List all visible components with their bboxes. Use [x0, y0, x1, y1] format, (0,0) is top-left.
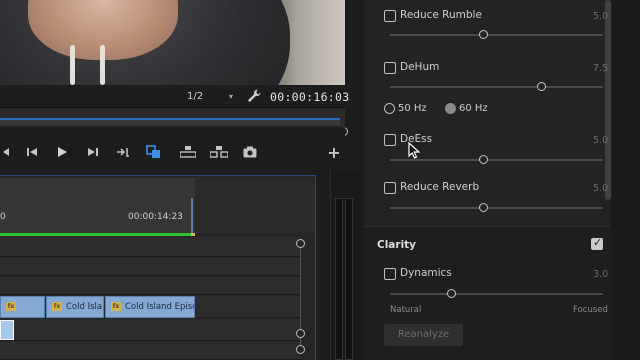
track-row[interactable]	[0, 258, 300, 276]
timeline-scroll-handle-mid[interactable]	[296, 329, 305, 338]
play-icon[interactable]	[55, 143, 69, 161]
ruler-timecode: 00:00:14:23	[128, 212, 183, 222]
track-row[interactable]	[0, 319, 300, 341]
dynamics-scale-right: Focused	[573, 305, 608, 315]
dehum-label: DeHum	[400, 61, 440, 73]
resolution-value: 1/2	[187, 91, 204, 102]
timeline-clip[interactable]: fx Cold Island Episod	[105, 296, 195, 318]
timeline-ruler[interactable]	[0, 178, 195, 233]
radio-50hz[interactable]	[384, 103, 395, 114]
step-back-icon[interactable]	[25, 143, 39, 161]
dehum-slider-knob[interactable]	[536, 82, 546, 91]
clip-label: Cold Island Episod	[125, 302, 195, 312]
audio-meter-channel	[335, 198, 343, 360]
fx-badge-icon: fx	[6, 302, 16, 311]
reduce-reverb-slider-track[interactable]	[390, 207, 603, 209]
dynamics-value: 3.0	[593, 269, 609, 280]
playhead-timecode[interactable]: 00:00:16:03	[270, 90, 349, 104]
reduce-reverb-checkbox[interactable]	[384, 182, 396, 194]
selected-clip[interactable]	[0, 320, 14, 340]
reduce-rumble-value: 5.0	[593, 11, 609, 22]
dynamics-label: Dynamics	[400, 267, 452, 279]
timeline-scroll-handle-bottom[interactable]	[296, 345, 305, 354]
radio-60hz-label: 60 Hz	[459, 103, 488, 114]
panel-gutter	[612, 0, 640, 360]
dynamics-checkbox[interactable]	[384, 268, 396, 280]
timeline-scroll-handle-top[interactable]	[296, 239, 305, 248]
go-to-out-icon[interactable]	[115, 143, 131, 161]
chevron-down-icon: ▾	[228, 92, 233, 101]
reduce-rumble-label: Reduce Rumble	[400, 9, 482, 21]
timeline-clip[interactable]: fx	[0, 296, 45, 318]
timeline-ruler-empty[interactable]	[195, 178, 315, 233]
render-bar	[0, 233, 195, 236]
mark-in-icon[interactable]	[0, 143, 10, 161]
reduce-rumble-checkbox[interactable]	[384, 10, 396, 22]
radio-50hz-label: 50 Hz	[398, 103, 427, 114]
deess-value: 5.0	[593, 135, 609, 146]
playback-resolution-select[interactable]: 1/2 ▾	[181, 88, 236, 105]
reanalyze-button[interactable]: Reanalyze	[384, 324, 463, 346]
timeline-clip[interactable]: fx Cold Isla	[46, 296, 104, 318]
clip-label: Cold Isla	[66, 302, 103, 312]
radio-60hz[interactable]	[445, 103, 456, 114]
deess-slider-track[interactable]	[390, 159, 603, 161]
ruler-start-label: 0	[0, 212, 6, 222]
track-row[interactable]	[0, 277, 300, 295]
render-bar-yellow	[191, 233, 195, 236]
monitor-timeline-ruler[interactable]	[0, 107, 348, 136]
dynamics-scale-left: Natural	[390, 305, 422, 315]
dynamics-slider-track[interactable]	[390, 293, 603, 295]
audio-meter	[330, 170, 362, 360]
settings-wrench-icon[interactable]	[246, 88, 262, 104]
add-button-icon[interactable]: +	[326, 143, 342, 162]
deess-checkbox[interactable]	[384, 134, 396, 146]
sequence-end-marker	[191, 198, 193, 234]
mouse-pointer-icon	[408, 141, 421, 160]
reduce-rumble-slider-track[interactable]	[390, 34, 603, 36]
monitor-scroll-track	[0, 120, 340, 125]
step-forward-icon[interactable]	[86, 143, 100, 161]
hoodie-cord-left	[70, 45, 75, 85]
clarity-title: Clarity	[377, 239, 417, 251]
camera-export-frame-icon[interactable]	[242, 143, 258, 161]
clarity-checkbox[interactable]	[591, 236, 603, 250]
program-monitor-video	[0, 0, 345, 85]
reduce-reverb-label: Reduce Reverb	[400, 181, 480, 193]
fx-badge-icon: fx	[52, 302, 62, 311]
dehum-checkbox[interactable]	[384, 62, 396, 74]
extract-icon[interactable]	[210, 143, 228, 161]
track-row[interactable]	[0, 342, 300, 360]
reduce-reverb-value: 5.0	[593, 183, 609, 194]
essential-sound-scrollbar[interactable]	[605, 0, 611, 200]
dehum-slider-track[interactable]	[390, 86, 603, 88]
fx-badge-icon: fx	[111, 302, 121, 311]
dehum-value: 7.5	[593, 63, 609, 74]
audio-meter-channel	[345, 198, 353, 360]
lift-icon[interactable]	[180, 143, 196, 161]
track-row[interactable]	[0, 237, 300, 257]
loop-icon[interactable]	[145, 143, 161, 161]
hoodie-cord-right	[100, 45, 105, 85]
transport-controls	[0, 127, 345, 173]
